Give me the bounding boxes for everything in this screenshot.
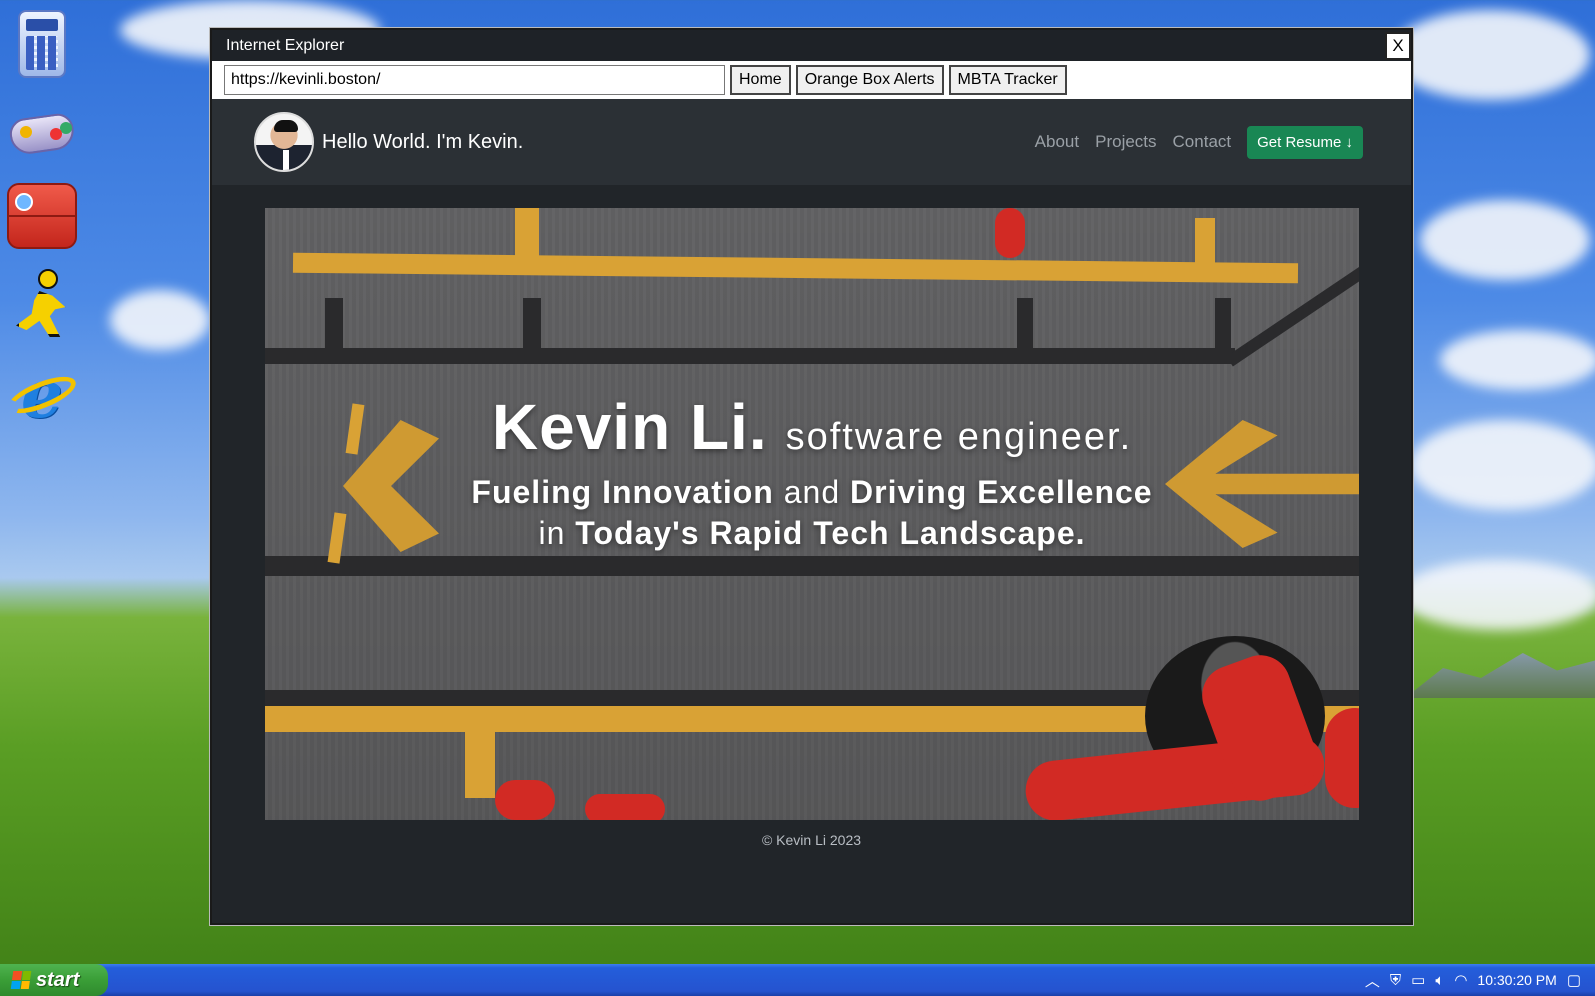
avatar [254,112,314,172]
home-button[interactable]: Home [730,65,791,95]
site-footer: © Kevin Li 2023 [761,832,862,848]
start-button[interactable]: start [0,964,108,996]
hero-name: Kevin Li. [491,391,768,463]
page-viewport: Hello World. I'm Kevin. About Projects C… [212,99,1411,923]
get-resume-button[interactable]: Get Resume ↓ [1247,125,1363,159]
gamepad-icon[interactable] [6,96,78,168]
browser-toolbar: Home Orange Box Alerts MBTA Tracker [212,61,1411,99]
nav-projects[interactable]: Projects [1095,132,1156,152]
nav-links: About Projects Contact Get Resume ↓ [1035,125,1363,159]
taskbar: start ︿ ⛨ ▭ 🔈︎ ◠ 10:30:20 PM ▢ [0,964,1595,996]
internet-explorer-icon[interactable]: e [3,360,81,432]
hero-banner: Kevin Li. software engineer. Fueling Inno… [265,208,1359,820]
hero-role: software engineer. [785,416,1133,458]
mbta-tracker-button[interactable]: MBTA Tracker [948,65,1067,95]
window-title: Internet Explorer [226,36,345,54]
orange-box-alerts-button[interactable]: Orange Box Alerts [795,65,944,95]
windows-flag-icon [10,971,32,989]
system-tray: ︿ ⛨ ▭ 🔈︎ ◠ 10:30:20 PM ▢ [1365,964,1595,996]
window-titlebar[interactable]: Internet Explorer X [212,30,1411,61]
address-bar[interactable] [224,65,725,95]
clock[interactable]: 10:30:20 PM [1477,972,1556,988]
hero-tagline-2: in Today's Rapid Tech Landscape. [538,515,1086,551]
chevron-up-icon[interactable]: ︿ [1365,970,1380,991]
red-app-icon[interactable] [6,180,78,252]
notification-icon[interactable]: ▢ [1567,971,1581,989]
wifi-icon[interactable]: ◠ [1454,971,1467,989]
speaker-icon[interactable]: 🔈︎ [1435,972,1444,989]
nav-contact[interactable]: Contact [1173,132,1232,152]
calculator-icon[interactable] [6,8,78,80]
browser-window: Internet Explorer X Home Orange Box Aler… [210,28,1413,925]
aim-running-man-icon[interactable] [6,268,78,340]
site-navbar: Hello World. I'm Kevin. About Projects C… [212,99,1411,185]
battery-icon[interactable]: ▭ [1411,971,1425,989]
close-button[interactable]: X [1385,32,1411,60]
start-label: start [36,968,80,991]
nav-about[interactable]: About [1035,132,1079,152]
site-brand[interactable]: Hello World. I'm Kevin. [322,131,523,154]
shield-icon[interactable]: ⛨ [1390,972,1401,989]
hero-tagline-1: Fueling Innovation and Driving Excellenc… [471,474,1153,510]
hero-text: Kevin Li. software engineer. Fueling Inno… [265,390,1359,552]
